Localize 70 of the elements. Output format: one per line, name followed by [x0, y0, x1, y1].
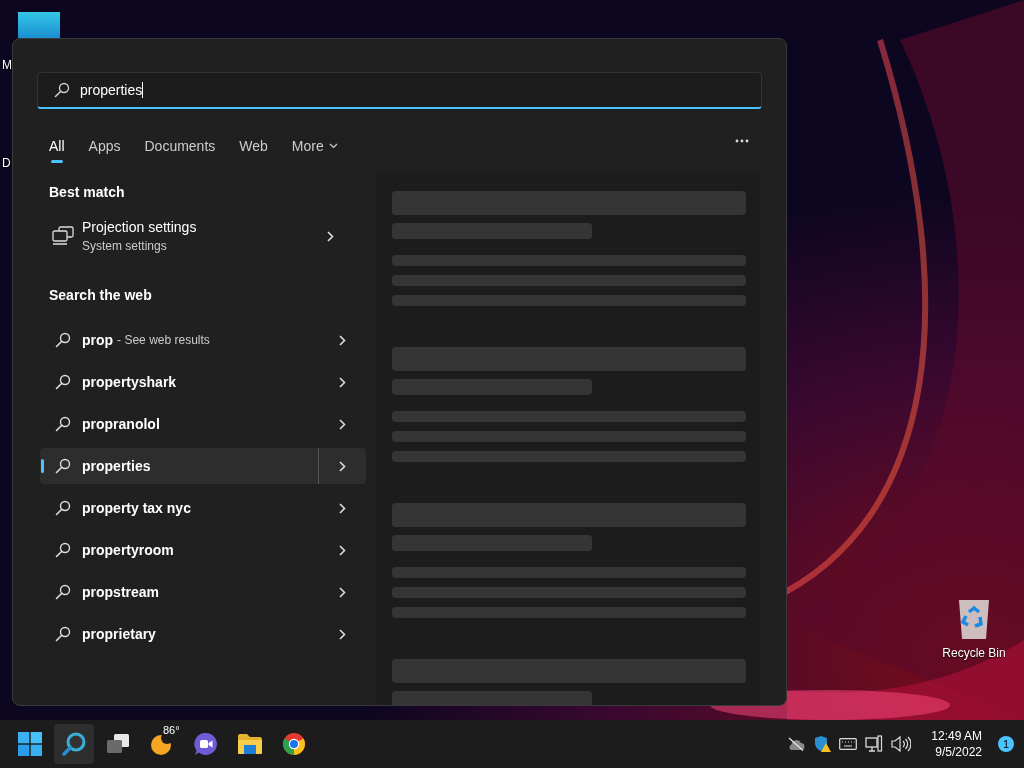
speaker-icon[interactable] [891, 736, 912, 752]
search-icon [61, 731, 87, 757]
suggestion-text: propranolol [82, 416, 160, 432]
search-icon [55, 500, 71, 516]
search-icon [54, 82, 70, 98]
network-icon[interactable] [865, 735, 884, 753]
filter-tab[interactable]: All [37, 138, 77, 154]
selection-indicator [41, 459, 44, 473]
chevron-right-icon [326, 230, 334, 242]
result-subtitle: System settings [82, 239, 168, 253]
search-query: properties [80, 82, 144, 98]
search-field[interactable]: properties [37, 72, 762, 109]
desktop-icon-label: Recycle Bin [942, 646, 1006, 660]
suggestion-hint: - See web results [117, 333, 210, 347]
overlapping-windows-icon [106, 733, 130, 755]
windows-logo-icon [18, 732, 42, 756]
sun-moon-icon [150, 732, 174, 756]
web-suggestion[interactable]: propstream [40, 574, 366, 610]
chevron-right-icon [338, 502, 346, 514]
filter-tab[interactable]: More [279, 138, 350, 154]
search-icon [55, 626, 71, 642]
cloud-off-icon[interactable] [787, 737, 806, 751]
search-icon [55, 584, 71, 600]
browser-logo-icon [282, 732, 306, 756]
section-heading: Best match [49, 184, 126, 201]
desktop-icon-label: D [2, 156, 11, 170]
temperature-badge: 86° [161, 724, 182, 736]
filter-tab[interactable]: Documents [132, 138, 228, 154]
chevron-right-icon [338, 418, 346, 430]
keyboard-icon[interactable] [839, 738, 858, 750]
search-icon [55, 458, 71, 474]
web-suggestion[interactable]: properties [40, 448, 366, 484]
suggestion-text: property tax nyc [82, 500, 191, 516]
filter-tab[interactable]: Web [227, 138, 280, 154]
notification-badge[interactable]: 1 [998, 736, 1014, 752]
clock[interactable]: 12:49 AM 9/5/2022 [931, 728, 982, 760]
chevron-right-icon [338, 376, 346, 388]
suggestion-text: proprietary [82, 626, 156, 642]
chevron-right-icon [338, 334, 346, 346]
chevron-right-icon [338, 628, 346, 640]
suggestion-text: properties [82, 458, 151, 474]
projection-icon [52, 226, 74, 246]
folder-icon [237, 733, 263, 755]
suggestion-text: propertyshark [82, 374, 177, 390]
search-icon [55, 332, 71, 348]
filter-tab[interactable]: Apps [76, 138, 133, 154]
search-icon [55, 416, 71, 432]
best-match-item[interactable]: Projection settings System settings [40, 214, 366, 258]
chevron-right-icon [338, 544, 346, 556]
web-suggestion[interactable]: propertyroom [40, 532, 366, 568]
search-icon [55, 374, 71, 390]
web-suggestion[interactable]: prop - See web results [40, 322, 366, 358]
web-suggestion[interactable]: proprietary [40, 616, 366, 652]
web-suggestion[interactable]: propranolol [40, 406, 366, 442]
selection-indicator [50, 160, 63, 163]
web-suggestion[interactable]: propertyshark [40, 364, 366, 400]
suggestion-text: propstream [82, 584, 160, 600]
chevron-down-icon [328, 143, 338, 149]
taskbar-button[interactable]: 86° [142, 724, 182, 764]
result-title: Projection settings [82, 219, 198, 235]
shield-warning-icon[interactable] [813, 735, 832, 753]
suggestion-text: propertyroom [82, 542, 174, 558]
section-heading: Search the web [49, 287, 153, 304]
desktop-icon-label: M [2, 58, 12, 72]
video-chat-icon [194, 732, 218, 756]
chevron-right-icon [339, 460, 346, 472]
search-icon [55, 542, 71, 558]
suggestion-text: prop [82, 332, 114, 348]
chevron-right-icon [338, 586, 346, 598]
web-suggestion[interactable]: property tax nyc [40, 490, 366, 526]
